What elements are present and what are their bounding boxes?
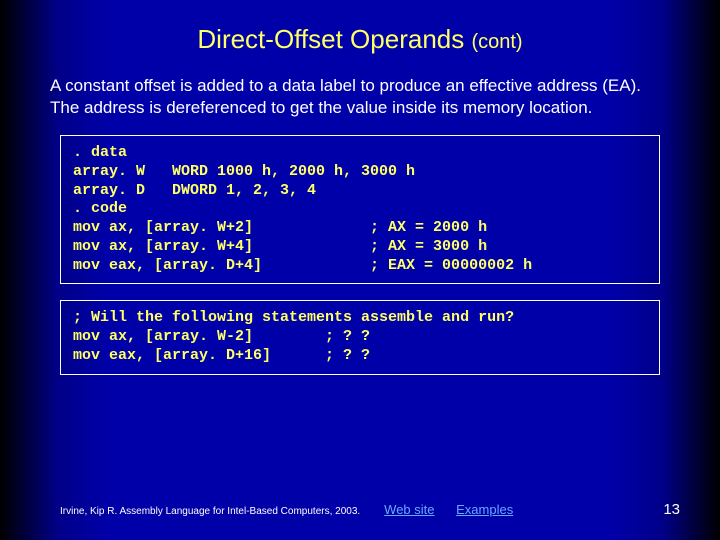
title-sub: (cont) — [471, 31, 522, 53]
footer-links: Web site Examples — [384, 502, 531, 517]
code-block-2: ; Will the following statements assemble… — [60, 300, 660, 374]
body-text: A constant offset is added to a data lab… — [0, 55, 720, 119]
citation: Irvine, Kip R. Assembly Language for Int… — [60, 506, 360, 517]
footer: Irvine, Kip R. Assembly Language for Int… — [60, 501, 680, 518]
title-main: Direct-Offset Operands — [197, 24, 464, 54]
examples-link[interactable]: Examples — [456, 502, 513, 517]
slide-title: Direct-Offset Operands (cont) — [0, 0, 720, 55]
page-number: 13 — [663, 501, 680, 518]
website-link[interactable]: Web site — [384, 502, 434, 517]
code-block-1: . data array. W WORD 1000 h, 2000 h, 300… — [60, 135, 660, 284]
slide: Direct-Offset Operands (cont) A constant… — [0, 0, 720, 540]
